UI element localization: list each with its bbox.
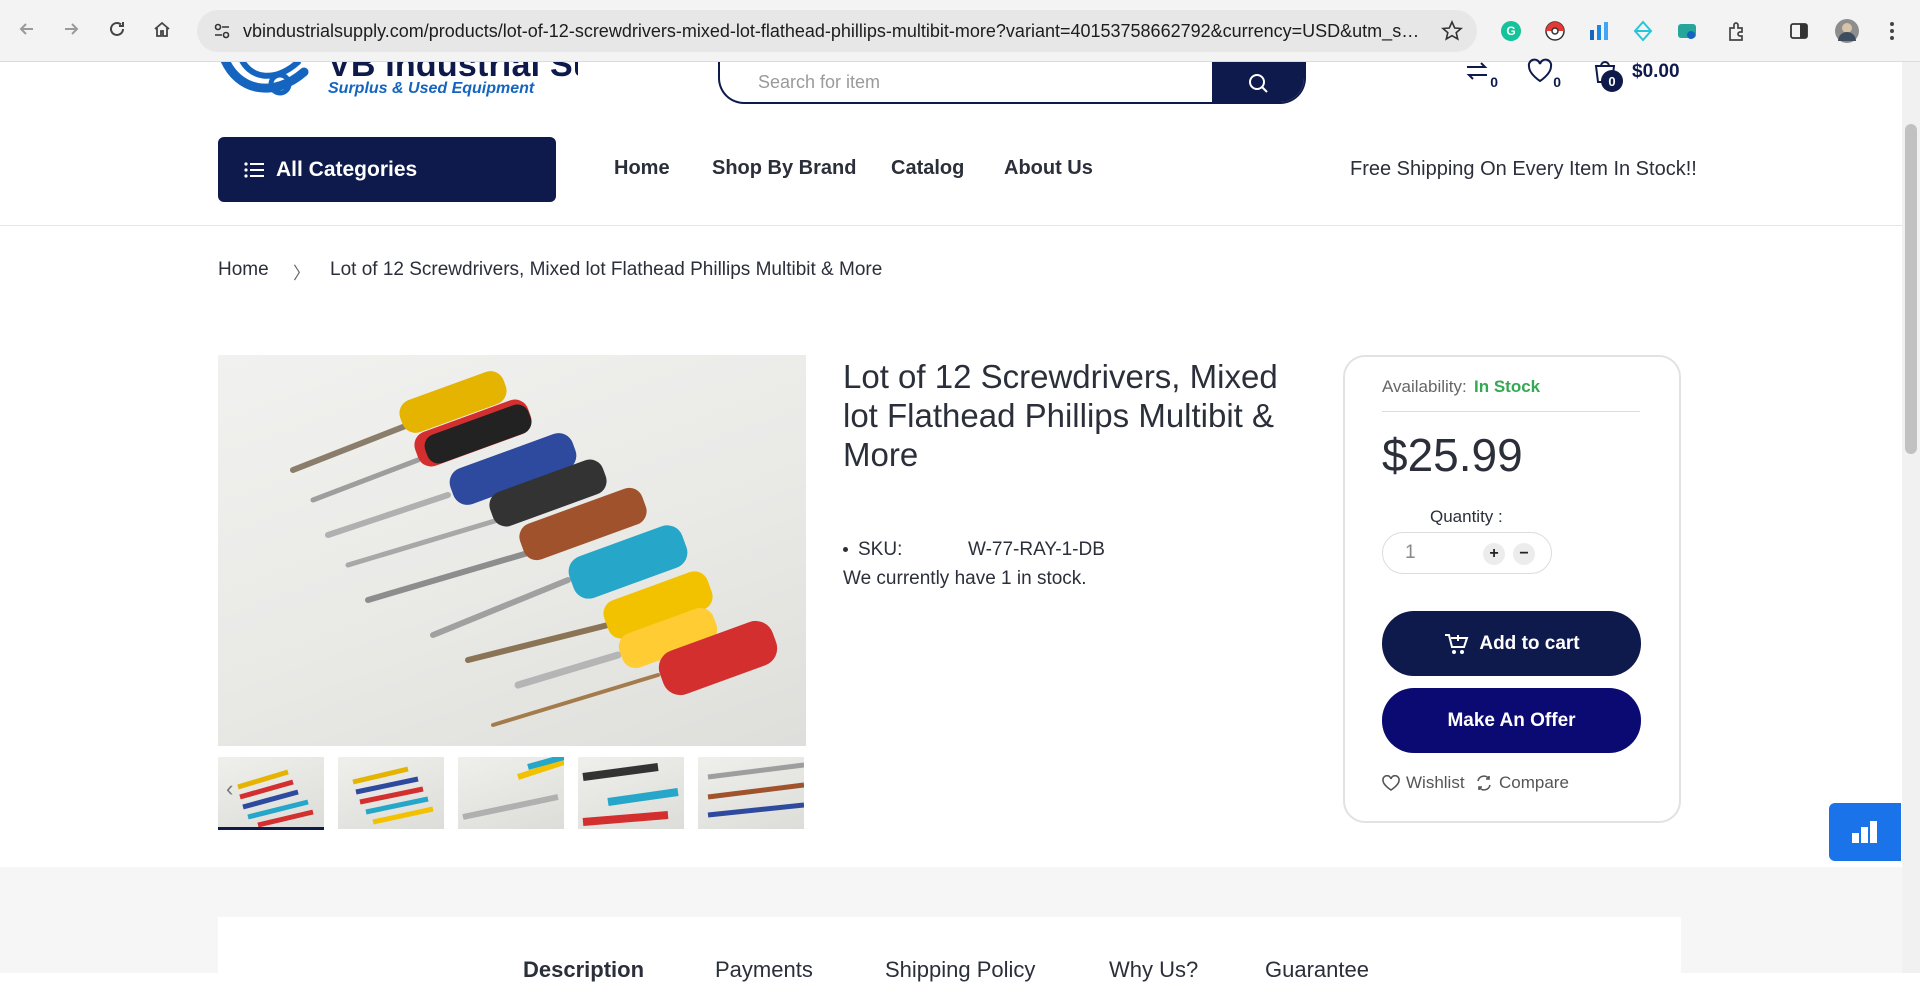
make-offer-button[interactable]: Make An Offer [1382, 688, 1641, 753]
wishlist-link[interactable]: Wishlist [1382, 773, 1465, 793]
menu-catalog[interactable]: Catalog [891, 157, 964, 180]
add-to-cart-button[interactable]: Add to cart [1382, 611, 1641, 676]
cart-count-badge: 0 [1601, 70, 1623, 92]
url-text: vbindustrialsupply.com/products/lot-of-1… [243, 20, 1423, 41]
thumbnail-image [462, 757, 564, 820]
diamond-extension-icon[interactable] [1630, 18, 1656, 44]
sku-label: SKU: [858, 539, 903, 560]
floating-widget-button[interactable] [1829, 803, 1901, 861]
tab-guarantee[interactable]: Guarantee [1265, 957, 1369, 983]
browser-menu-icon[interactable] [1879, 18, 1905, 44]
sku-row: SKU: [843, 539, 902, 561]
wishlist-header-button[interactable]: 0 [1525, 56, 1561, 90]
gallery-prev-icon[interactable]: ‹ [226, 776, 233, 802]
side-panel-icon[interactable] [1786, 18, 1812, 44]
menu-shop-by-brand[interactable]: Shop By Brand [712, 157, 856, 180]
add-to-cart-label: Add to cart [1479, 632, 1580, 654]
thumbnail-image [582, 763, 679, 826]
heart-icon [1382, 775, 1400, 791]
search-input[interactable] [720, 62, 1214, 102]
tab-description[interactable]: Description [523, 957, 644, 983]
breadcrumb-home[interactable]: Home [218, 259, 269, 281]
grammarly-extension-icon[interactable]: G [1498, 18, 1524, 44]
tab-why-us[interactable]: Why Us? [1109, 957, 1198, 983]
availability-label: Availability: [1382, 377, 1467, 396]
wishlist-label: Wishlist [1406, 773, 1465, 792]
availability-status: In Stock [1474, 377, 1541, 396]
page-scrollbar[interactable] [1902, 62, 1920, 973]
thumbnail-image [352, 766, 434, 825]
breadcrumb-current: Lot of 12 Screwdrivers, Mixed lot Flathe… [330, 259, 883, 280]
analytics-extension-icon[interactable] [1586, 18, 1612, 44]
back-icon[interactable] [12, 14, 42, 44]
cart-plus-icon [1445, 633, 1469, 654]
browser-toolbar: vbindustrialsupply.com/products/lot-of-1… [0, 0, 1920, 62]
address-bar[interactable]: vbindustrialsupply.com/products/lot-of-1… [197, 10, 1477, 52]
search-bar [718, 62, 1306, 104]
forward-icon[interactable] [56, 14, 86, 44]
thumbnail-3[interactable] [458, 757, 564, 829]
thumbnail-4[interactable] [578, 757, 684, 829]
cart-total[interactable]: $0.00 [1632, 61, 1680, 83]
wishlist-count: 0 [1553, 74, 1561, 90]
quantity-minus-button[interactable]: − [1513, 543, 1535, 565]
bookmark-star-icon[interactable] [1441, 20, 1463, 42]
buy-box-divider [1382, 411, 1640, 412]
extensions-puzzle-icon[interactable] [1724, 18, 1750, 44]
thumbnail-image [707, 762, 804, 818]
reload-icon[interactable] [102, 14, 132, 44]
color-extension-icon[interactable] [1674, 18, 1700, 44]
pokeball-extension-icon[interactable] [1542, 18, 1568, 44]
logo-mark-icon [220, 62, 309, 96]
svg-text:G: G [1506, 24, 1515, 38]
heart-icon [1527, 58, 1553, 83]
quantity-stepper: + − [1382, 532, 1552, 574]
all-categories-label: All Categories [276, 157, 418, 181]
site-logo[interactable]: VB Industrial Supply Surplus & Used Equi… [218, 62, 578, 102]
product-title: Lot of 12 Screwdrivers, Mixed lot Flathe… [843, 358, 1278, 473]
quantity-label: Quantity : [1430, 507, 1503, 526]
logo-tagline: Surplus & Used Equipment [328, 80, 535, 97]
tab-shipping-policy[interactable]: Shipping Policy [885, 957, 1035, 983]
list-menu-icon [244, 161, 264, 178]
stock-note: We currently have 1 in stock. [843, 568, 1087, 589]
home-icon[interactable] [147, 14, 177, 44]
scrollbar-thumb[interactable] [1905, 124, 1917, 454]
product-price: $25.99 [1382, 429, 1523, 481]
free-shipping-note: Free Shipping On Every Item In Stock!! [1350, 158, 1697, 180]
thumbnail-5[interactable] [698, 757, 804, 829]
compare-label: Compare [1499, 773, 1569, 792]
quantity-plus-button[interactable]: + [1483, 543, 1505, 565]
sku-value: W-77-RAY-1-DB [968, 539, 1105, 560]
profile-avatar[interactable] [1834, 18, 1860, 44]
menu-home[interactable]: Home [614, 157, 670, 180]
search-icon [1249, 74, 1268, 93]
compare-header-button[interactable]: 0 [1462, 56, 1498, 90]
all-categories-button[interactable]: All Categories [218, 137, 556, 202]
screwdrivers-photo [290, 371, 778, 727]
thumbnail-2[interactable] [338, 757, 444, 829]
compare-count: 0 [1490, 74, 1498, 90]
breadcrumb-separator: 〉 [293, 264, 310, 283]
site-info-icon[interactable] [211, 20, 233, 42]
search-button[interactable] [1212, 62, 1304, 102]
compare-link[interactable]: Compare [1475, 773, 1569, 793]
header-divider [0, 225, 1902, 226]
compare-icon [1477, 775, 1491, 791]
menu-about-us[interactable]: About Us [1004, 157, 1093, 180]
compare-icon [1466, 62, 1488, 80]
chart-grid-icon [1852, 821, 1877, 843]
thumbnail-image [237, 769, 314, 827]
tab-payments[interactable]: Payments [715, 957, 813, 983]
sku-bullet [843, 547, 848, 553]
quantity-input[interactable] [1405, 542, 1475, 564]
thumbnail-1[interactable] [218, 757, 324, 830]
make-offer-label: Make An Offer [1447, 709, 1576, 731]
product-main-image[interactable] [218, 355, 806, 746]
